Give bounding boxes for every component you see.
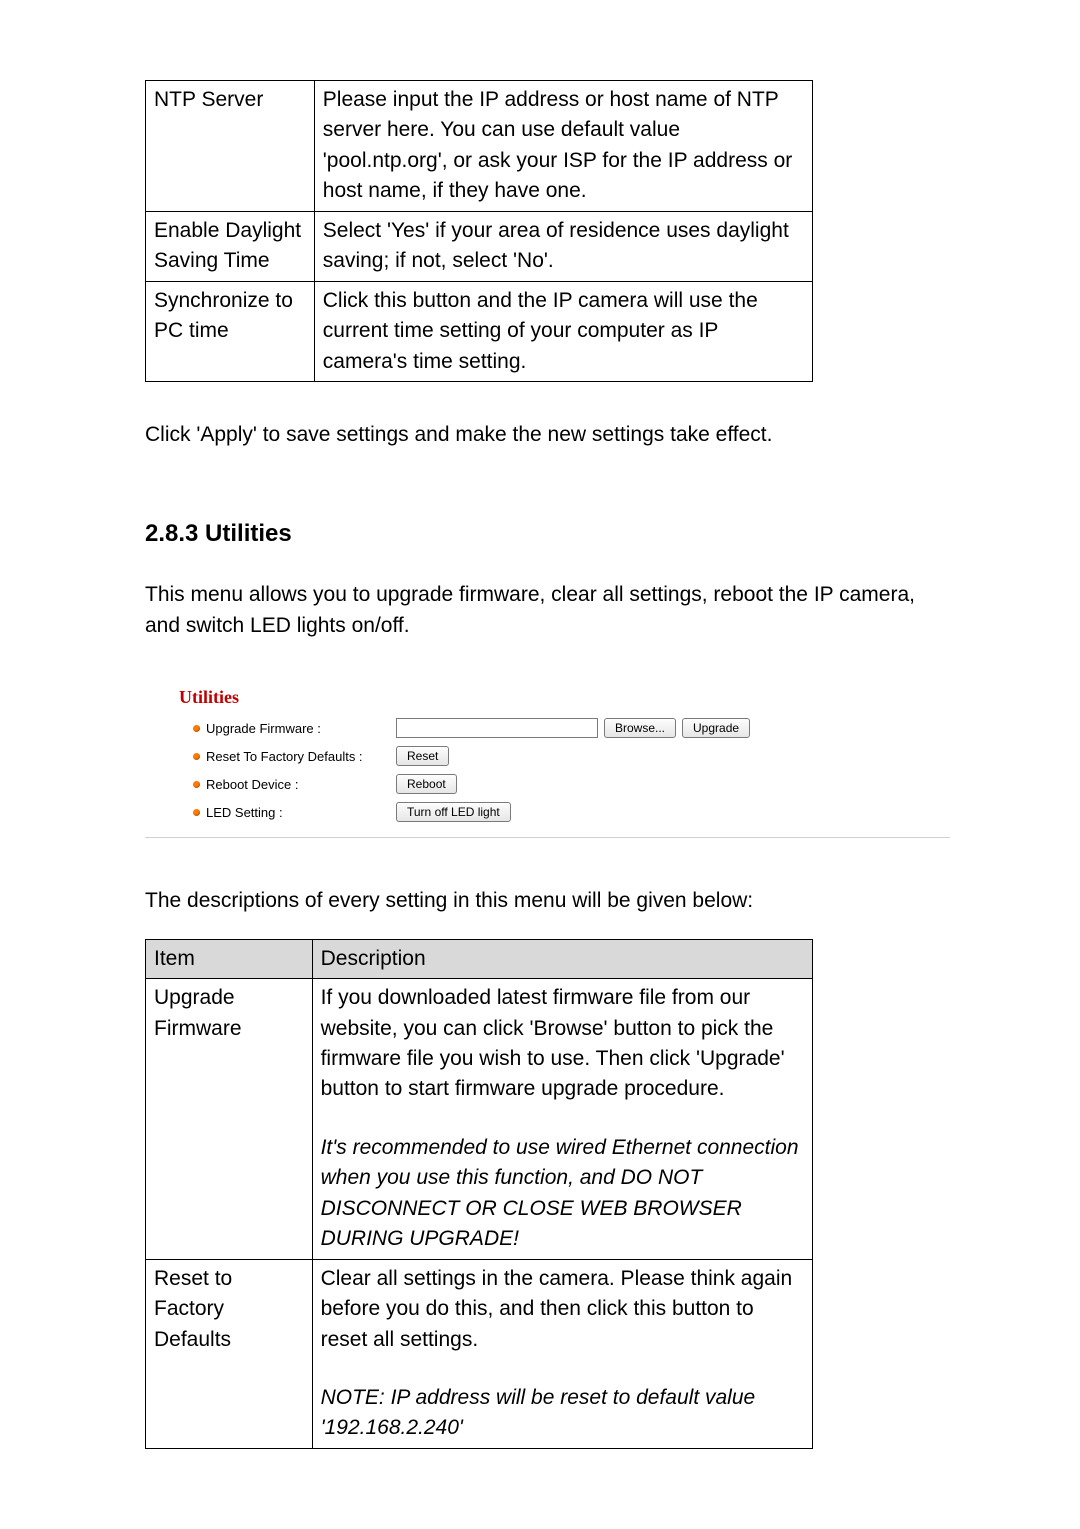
t1-r2-desc: Select 'Yes' if your area of residence u… (314, 211, 812, 281)
t2-r2-item: Reset to Factory Defaults (146, 1259, 313, 1448)
reset-defaults-label: Reset To Factory Defaults : (206, 749, 396, 764)
row-reset-defaults: Reset To Factory Defaults : Reset (175, 742, 785, 770)
bullet-icon (193, 781, 200, 788)
t2-r2-desc: Clear all settings in the camera. Please… (312, 1259, 812, 1448)
spacer (321, 1105, 804, 1133)
t2-r1-item: Upgrade Firmware (146, 979, 313, 1260)
reboot-button[interactable]: Reboot (396, 774, 457, 794)
row-upgrade-firmware: Upgrade Firmware : Browse... Upgrade (175, 714, 785, 742)
t2-head-desc: Description (312, 939, 812, 978)
t2-head-item: Item (146, 939, 313, 978)
bullet-icon (193, 725, 200, 732)
divider-line (145, 837, 950, 838)
bullet-icon (193, 753, 200, 760)
t2-r2-p1: Clear all settings in the camera. Please… (321, 1264, 804, 1355)
t2-r1-p2: It's recommended to use wired Ethernet c… (321, 1133, 804, 1255)
t1-r1-desc: Please input the IP address or host name… (314, 81, 812, 212)
spacer (321, 1355, 804, 1383)
utilities-screenshot: Utilities Upgrade Firmware : Browse... U… (145, 679, 940, 836)
t2-r1-p1: If you downloaded latest firmware file f… (321, 983, 804, 1105)
row-reboot-device: Reboot Device : Reboot (175, 770, 785, 798)
reset-button[interactable]: Reset (396, 746, 449, 766)
reboot-device-label: Reboot Device : (206, 777, 396, 792)
utilities-panel: Utilities Upgrade Firmware : Browse... U… (175, 679, 785, 836)
t1-r2-item: Enable Daylight Saving Time (146, 211, 315, 281)
turn-off-led-button[interactable]: Turn off LED light (396, 802, 511, 822)
row-led-setting: LED Setting : Turn off LED light (175, 798, 785, 826)
section-heading: 2.8.3 Utilities (145, 520, 940, 548)
browse-button[interactable]: Browse... (604, 718, 676, 738)
led-setting-label: LED Setting : (206, 805, 396, 820)
t2-r2-p2: NOTE: IP address will be reset to defaul… (321, 1383, 804, 1444)
t1-r3-item: Synchronize to PC time (146, 281, 315, 381)
ntp-settings-table: NTP Server Please input the IP address o… (145, 80, 813, 382)
intro-paragraph: This menu allows you to upgrade firmware… (145, 580, 940, 641)
utilities-panel-title: Utilities (175, 687, 785, 714)
document-page: NTP Server Please input the IP address o… (0, 0, 1080, 1529)
t1-r1-item: NTP Server (146, 81, 315, 212)
utilities-description-table: Item Description Upgrade Firmware If you… (145, 939, 813, 1449)
t1-r3-desc: Click this button and the IP camera will… (314, 281, 812, 381)
below-paragraph: The descriptions of every setting in thi… (145, 886, 940, 916)
upgrade-firmware-label: Upgrade Firmware : (206, 721, 396, 736)
bullet-icon (193, 809, 200, 816)
upgrade-button[interactable]: Upgrade (682, 718, 750, 738)
apply-paragraph: Click 'Apply' to save settings and make … (145, 420, 940, 450)
t2-r1-desc: If you downloaded latest firmware file f… (312, 979, 812, 1260)
firmware-file-input[interactable] (396, 718, 598, 738)
